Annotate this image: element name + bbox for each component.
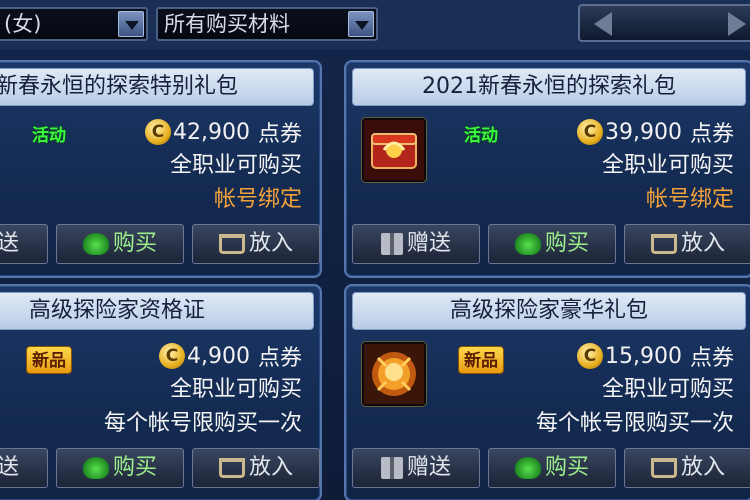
item-actions: 赠送 购买 放入 (0, 448, 320, 488)
next-page-icon[interactable] (728, 12, 746, 36)
gift-chest-icon[interactable] (362, 118, 426, 182)
buy-label: 购买 (112, 231, 157, 256)
item-card: 高级探险家资格证 新品 C4,900 点券 全职业可购买 每个帐号限购买一次 赠送… (0, 284, 322, 500)
item-price: 39,900 (605, 119, 682, 145)
gift-icon (380, 457, 403, 479)
lion-emblem-icon-graphic (364, 344, 424, 404)
cart-icon (650, 458, 677, 478)
buy-button[interactable]: 购买 (56, 224, 184, 264)
add-to-cart-button[interactable]: 放入 (192, 448, 320, 488)
material-filter-select[interactable]: 所有购买材料 (156, 7, 378, 41)
item-purchase-limit: 每个帐号限购买一次 (535, 411, 734, 436)
cart-icon (650, 234, 677, 254)
item-card: 新春永恒的探索特别礼包 活动 C42,900 点券 全职业可购买 帐号绑定 赠送 … (0, 60, 322, 278)
gift-button[interactable]: 赠送 (0, 448, 48, 488)
price-row: C 39,900 点券 (577, 116, 734, 148)
lion-emblem-icon[interactable] (362, 342, 426, 406)
gender-filter-select[interactable]: (女) (0, 7, 148, 41)
item-actions: 赠送 购买 放入 (352, 224, 750, 264)
gift-button[interactable]: 赠送 (0, 224, 48, 264)
item-price: 15,900 (605, 343, 682, 369)
chevron-down-icon[interactable] (118, 11, 144, 37)
item-title: 高级探险家豪华礼包 (449, 298, 648, 323)
coupon-icon: C (145, 119, 171, 145)
event-badge: 活动 (32, 126, 66, 146)
item-title: 2021新春永恒的探索礼包 (422, 74, 676, 99)
item-class-restriction: 全职业可购买 (601, 377, 734, 402)
item-title: 新春永恒的探索特别礼包 (0, 74, 238, 99)
buy-button[interactable]: 购买 (488, 224, 616, 264)
cart-icon (218, 234, 245, 254)
buy-label: 购买 (544, 455, 589, 480)
add-to-cart-button[interactable]: 放入 (624, 224, 750, 264)
buy-icon (514, 457, 541, 479)
material-filter-value: 所有购买材料 (164, 12, 290, 36)
item-card: 2021新春永恒的探索礼包 活动 C 39,900 点券 全职业可购买 帐号绑定 赠… (344, 60, 750, 278)
item-title-bar: 2021新春永恒的探索礼包 (352, 68, 746, 106)
item-class-restriction: 全职业可购买 (601, 153, 734, 178)
buy-label: 购买 (544, 231, 589, 256)
item-title-bar: 高级探险家豪华礼包 (352, 292, 746, 330)
cart-label: 放入 (680, 455, 725, 480)
gift-button[interactable]: 赠送 (352, 448, 480, 488)
new-badge: 新品 (458, 346, 504, 374)
new-badge: 新品 (26, 346, 72, 374)
chevron-down-icon[interactable] (348, 11, 374, 37)
item-card: 高级探险家豪华礼包 新品 C 15,900 点券 全职业可购买 每个帐号限购买一次 … (344, 284, 750, 500)
gift-label: 赠送 (0, 455, 19, 480)
price-row: C 15,900 点券 (577, 340, 734, 372)
price-unit: 点券 (689, 346, 734, 371)
price-unit: 点券 (689, 122, 734, 147)
gift-icon (380, 233, 403, 255)
cart-label: 放入 (248, 231, 293, 256)
buy-label: 购买 (112, 455, 157, 480)
event-badge: 活动 (464, 126, 498, 146)
gift-label: 赠送 (0, 231, 19, 256)
cart-icon (218, 458, 245, 478)
gender-filter-value: (女) (4, 12, 42, 36)
filter-bar: (女) 所有购买材料 (0, 0, 750, 50)
coupon-icon: C (577, 119, 603, 145)
prev-page-icon[interactable] (594, 12, 612, 36)
price-row: C 42,900 点券 (145, 116, 302, 148)
gift-label: 赠送 (406, 455, 451, 480)
coupon-icon: C (159, 343, 185, 369)
item-title: 高级探险家资格证 (28, 298, 205, 323)
coupon-icon: C (577, 343, 603, 369)
item-class-restriction: 全职业可购买 (169, 153, 302, 178)
pager (578, 4, 750, 42)
buy-icon (82, 233, 109, 255)
gift-label: 赠送 (406, 231, 451, 256)
gift-chest-icon-graphic (364, 120, 424, 180)
item-title-bar: 高级探险家资格证 (0, 292, 314, 330)
buy-button[interactable]: 购买 (56, 448, 184, 488)
item-binding: 帐号绑定 (645, 187, 734, 212)
item-class-restriction: 全职业可购买 (169, 377, 302, 402)
add-to-cart-button[interactable]: 放入 (192, 224, 320, 264)
cart-label: 放入 (248, 455, 293, 480)
item-binding: 帐号绑定 (213, 187, 302, 212)
item-price: 42,900 (173, 119, 250, 145)
buy-button[interactable]: 购买 (488, 448, 616, 488)
price-row: C 4,900 点券 (159, 340, 302, 372)
price-unit: 点券 (257, 346, 302, 371)
item-actions: 赠送 购买 放入 (352, 448, 750, 488)
item-purchase-limit: 每个帐号限购买一次 (103, 411, 302, 436)
cash-shop-panel: (女) 所有购买材料 新春永恒的探索特别礼包 活动 C 42,900 点券 全职业可… (0, 0, 750, 500)
item-actions: 赠送 购买 放入 (0, 224, 320, 264)
cart-label: 放入 (680, 231, 725, 256)
buy-icon (82, 457, 109, 479)
item-title-bar: 新春永恒的探索特别礼包 (0, 68, 314, 106)
add-to-cart-button[interactable]: 放入 (624, 448, 750, 488)
price-unit: 点券 (257, 122, 302, 147)
item-price: 4,900 (187, 343, 250, 369)
buy-icon (514, 233, 541, 255)
gift-button[interactable]: 赠送 (352, 224, 480, 264)
